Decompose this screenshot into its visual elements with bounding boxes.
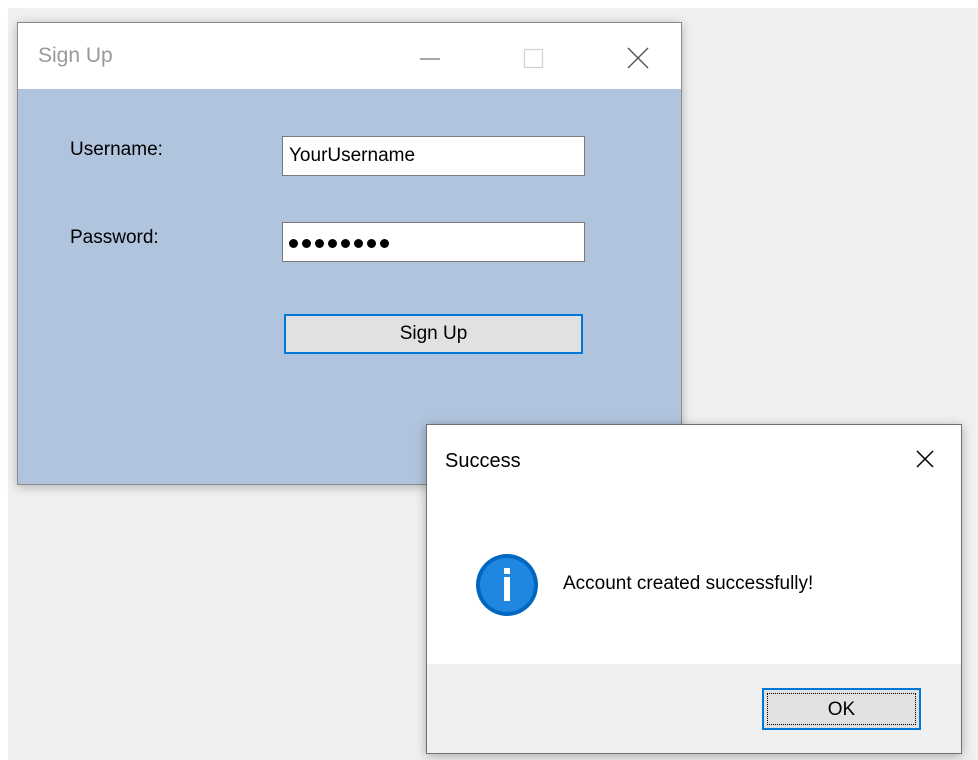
info-icon	[473, 551, 541, 619]
success-dialog: Success Account created successfully! OK	[426, 424, 962, 754]
password-input[interactable]	[282, 222, 585, 262]
close-icon	[627, 47, 649, 69]
dialog-message: Account created successfully!	[563, 573, 814, 594]
password-dot	[380, 239, 389, 248]
sign-up-button[interactable]: Sign Up	[284, 314, 583, 354]
maximize-button[interactable]	[508, 23, 560, 89]
username-label: Username:	[70, 139, 163, 160]
ok-button-label: OK	[767, 693, 916, 725]
minimize-icon	[420, 58, 440, 60]
password-dot	[289, 239, 298, 248]
maximize-icon	[523, 48, 544, 69]
username-value: YourUsername	[289, 145, 416, 166]
password-dot	[341, 239, 350, 248]
ok-button[interactable]: OK	[762, 688, 921, 730]
minimize-button[interactable]	[404, 23, 456, 89]
password-dot	[354, 239, 363, 248]
desktop-top-edge	[0, 0, 978, 8]
dialog-footer: OK	[427, 664, 961, 753]
password-dot	[328, 239, 337, 248]
dialog-close-button[interactable]	[901, 439, 949, 479]
signup-titlebar[interactable]: Sign Up	[18, 23, 681, 89]
password-dot	[315, 239, 324, 248]
desktop-left-edge	[0, 0, 8, 760]
password-dot	[367, 239, 376, 248]
username-input[interactable]: YourUsername	[282, 136, 585, 176]
signup-window: Sign Up Username: YourUsername Password:…	[17, 22, 682, 485]
dialog-title: Success	[445, 450, 521, 472]
password-mask	[289, 239, 389, 249]
close-button[interactable]	[612, 23, 664, 89]
password-dot	[302, 239, 311, 248]
window-title: Sign Up	[38, 44, 113, 67]
close-icon	[916, 450, 934, 468]
password-label: Password:	[70, 227, 159, 248]
